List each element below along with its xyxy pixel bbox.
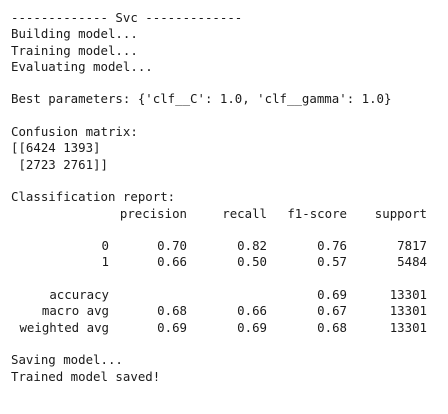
report-spacer xyxy=(11,222,427,238)
report-cell-recall: 0.69 xyxy=(237,319,267,335)
status-line-building: Building model... xyxy=(11,26,138,42)
console-output: ------------- Svc ------------- Building… xyxy=(11,10,441,385)
report-cell-f1: 0.76 xyxy=(317,238,347,254)
report-row-label: accuracy xyxy=(49,287,109,303)
report-header-support: support xyxy=(374,205,427,221)
report-cell-support: 13301 xyxy=(389,287,427,303)
report-cell-support: 13301 xyxy=(389,319,427,335)
report-row-label: 0 xyxy=(101,238,109,254)
report-header-precision: precision xyxy=(119,205,187,221)
report-cell-f1: 0.67 xyxy=(317,303,347,319)
report-cell-support: 13301 xyxy=(389,303,427,319)
report-header-row: precision recall f1-score support xyxy=(11,206,427,222)
report-header-blank xyxy=(11,206,109,222)
report-cell-support: 5484 xyxy=(397,254,427,270)
classification-report-table: precision recall f1-score support 0 0.70… xyxy=(11,206,427,336)
confusion-matrix-row: [[6424 1393] xyxy=(11,140,101,156)
status-line-evaluating: Evaluating model... xyxy=(11,58,153,74)
best-parameters-line: Best parameters: {'clf__C': 1.0, 'clf__g… xyxy=(11,91,392,107)
report-row: 1 0.66 0.50 0.57 5484 xyxy=(11,254,427,270)
report-summary-row: macro avg 0.68 0.66 0.67 13301 xyxy=(11,303,427,319)
report-row-label: macro avg xyxy=(41,303,109,319)
report-cell-f1: 0.57 xyxy=(317,254,347,270)
report-cell-support: 7817 xyxy=(397,238,427,254)
report-cell-recall: 0.50 xyxy=(237,254,267,270)
status-line-training: Training model... xyxy=(11,42,138,58)
report-cell-precision xyxy=(109,287,187,303)
report-cell-f1: 0.69 xyxy=(317,287,347,303)
report-cell-precision: 0.66 xyxy=(157,254,187,270)
report-row-label: 1 xyxy=(101,254,109,270)
report-row: 0 0.70 0.82 0.76 7817 xyxy=(11,238,427,254)
classification-report-title: Classification report: xyxy=(11,189,176,205)
report-summary-row: accuracy 0.69 13301 xyxy=(11,287,427,303)
report-cell-precision: 0.68 xyxy=(157,303,187,319)
report-cell-recall: 0.66 xyxy=(237,303,267,319)
report-summary-row: weighted avg 0.69 0.69 0.68 13301 xyxy=(11,320,427,336)
report-cell-precision: 0.69 xyxy=(157,319,187,335)
report-header-f1: f1-score xyxy=(287,205,347,221)
report-row-label: weighted avg xyxy=(19,319,109,335)
report-header-recall: recall xyxy=(222,205,267,221)
report-cell-f1: 0.68 xyxy=(317,319,347,335)
status-line-saving: Saving model... xyxy=(11,352,123,368)
report-cell-precision: 0.70 xyxy=(157,238,187,254)
status-line-saved: Trained model saved! xyxy=(11,368,161,384)
confusion-matrix-row: [2723 2761]] xyxy=(11,156,108,172)
report-cell-recall xyxy=(187,287,267,303)
section-header: ------------- Svc ------------- xyxy=(11,10,243,25)
confusion-matrix-title: Confusion matrix: xyxy=(11,124,138,140)
report-cell-recall: 0.82 xyxy=(237,238,267,254)
report-spacer xyxy=(11,271,427,287)
